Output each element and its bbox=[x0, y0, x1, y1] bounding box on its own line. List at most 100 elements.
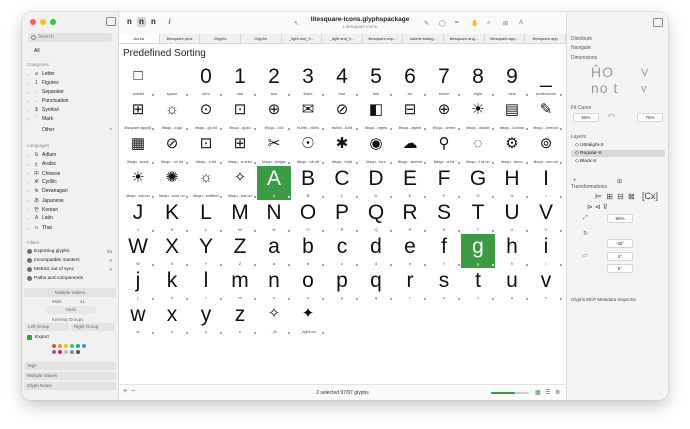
glyph-cell[interactable]: BB bbox=[291, 166, 325, 200]
glyph-cell[interactable]: yy bbox=[189, 302, 223, 336]
glyph-cell[interactable]: RR bbox=[393, 200, 427, 234]
minimize-button[interactable] bbox=[40, 19, 46, 25]
glyph-cell[interactable]: ✱ litsqu...bulb bbox=[325, 132, 359, 166]
glyph-notes-field[interactable]: Glyph Notes bbox=[24, 382, 116, 390]
glyph-cell[interactable]: ☼ litsqu...logo bbox=[155, 98, 189, 132]
list-view-icon[interactable]: ☰ bbox=[545, 389, 550, 396]
glyph-cell[interactable]: 5 five bbox=[359, 64, 393, 98]
layer-row-selected[interactable]: ◇ Regular-S bbox=[571, 150, 665, 157]
glyph-cell[interactable]: VV bbox=[529, 200, 563, 234]
glyph-cell[interactable]: rr bbox=[393, 268, 427, 302]
glyph-cell[interactable]: 2 two bbox=[257, 64, 291, 98]
glyph-cell[interactable]: aa bbox=[257, 234, 291, 268]
settings-icon[interactable]: ⚙ bbox=[555, 389, 560, 396]
sidebar-item-latin[interactable]: › A Latin bbox=[27, 215, 53, 221]
text-tool-button-1[interactable]: n bbox=[125, 17, 134, 27]
glyph-cell[interactable]: PP bbox=[325, 200, 359, 234]
tab-6[interactable]: litesquare.exp... bbox=[363, 34, 404, 43]
layer-row[interactable]: ◇ Black-S bbox=[571, 158, 665, 165]
layer-options-icon[interactable]: ⊞ bbox=[617, 178, 622, 185]
glyph-cell[interactable]: zz bbox=[223, 302, 257, 336]
glyph-cell[interactable]: ⊚ litsqu...eco.on bbox=[529, 132, 563, 166]
glyph-cell[interactable]: pp bbox=[325, 268, 359, 302]
bracket-cx-icon[interactable]: [Cx] bbox=[642, 191, 658, 201]
glyph-cell[interactable]: ▤ litsqu...k.book bbox=[495, 98, 529, 132]
sidebar-item-devanagari[interactable]: › क Devanagari bbox=[27, 188, 68, 194]
glyph-cell[interactable]: ll bbox=[189, 268, 223, 302]
tab-1[interactable]: litesquare.plus bbox=[160, 34, 201, 43]
skew-field-2[interactable]: 5° bbox=[607, 264, 633, 273]
tab-3[interactable]: Glyphs bbox=[241, 34, 282, 43]
glyph-cell[interactable]: GG bbox=[461, 166, 495, 200]
glyph-cell[interactable]: YY bbox=[189, 234, 223, 268]
glyph-cell[interactable]: ⚙ litsqu...deco bbox=[495, 132, 529, 166]
select-tool-icon[interactable]: ↖ bbox=[294, 20, 299, 27]
fit-curve-right-field[interactable]: 75% bbox=[637, 113, 663, 122]
glyph-cell[interactable]: WW bbox=[121, 234, 155, 268]
glyph-cell[interactable]: 8 eight bbox=[461, 64, 495, 98]
sidebar-item-adlam[interactable]: › 𞤀 Adlam bbox=[27, 152, 56, 158]
glyph-cell[interactable]: ZZ bbox=[223, 234, 257, 268]
glyph-cell[interactable]: ✺ litsqu...icon.on bbox=[155, 166, 189, 200]
glyph-cell[interactable]: ☀ litsqu...edcon bbox=[121, 166, 155, 200]
zoom-button[interactable] bbox=[50, 19, 56, 25]
glyph-cell[interactable]: ⊕ litsqu...l.lid bbox=[257, 98, 291, 132]
sidebar-item-other[interactable]: Other bbox=[27, 127, 55, 133]
tab-5[interactable]: _light-snr|_li... bbox=[322, 34, 363, 43]
glyph-cell[interactable]: ▦ litsqu...book bbox=[121, 132, 155, 166]
glyph-cell[interactable]: ☀ litsqu...wlude bbox=[461, 98, 495, 132]
pen-tool-icon[interactable]: ✎ bbox=[424, 20, 429, 27]
skew-field[interactable]: 5° bbox=[607, 252, 633, 261]
tags-field[interactable]: Tags bbox=[24, 362, 116, 370]
glyph-cell[interactable]: LL bbox=[189, 200, 223, 234]
sidebar-item-separator[interactable]: › · Separator bbox=[27, 89, 64, 95]
sidebar-item-korean[interactable]: › 한 Korean bbox=[27, 206, 58, 214]
scale-field[interactable]: 80% bbox=[607, 214, 633, 223]
glyph-cell[interactable]: ⊟ litsqu...agent bbox=[393, 98, 427, 132]
glyph-cell[interactable]: EE bbox=[393, 166, 427, 200]
glyph-cell[interactable]: 1 one bbox=[223, 64, 257, 98]
color-swatch[interactable] bbox=[64, 350, 68, 354]
glyph-cell[interactable]: 7 seven bbox=[427, 64, 461, 98]
glyph-cell[interactable]: ✧ _lit bbox=[257, 302, 291, 336]
glyph-cell[interactable]: ⊘ litsqu...ch.lid bbox=[155, 132, 189, 166]
knife-tool-icon[interactable]: ⌗ bbox=[455, 20, 458, 27]
sidebar-item-symbol[interactable]: › $ Symbol bbox=[27, 107, 59, 113]
glyph-cell[interactable]: OO bbox=[291, 200, 325, 234]
left-group-field[interactable]: Left Group bbox=[25, 323, 69, 331]
glyph-cell[interactable]: ⊘ bubbl...d.lid bbox=[325, 98, 359, 132]
glyph-cell[interactable]: kk bbox=[155, 268, 189, 302]
color-swatch[interactable] bbox=[52, 344, 56, 348]
tab-10[interactable]: litesquare.app bbox=[525, 34, 567, 43]
all-item[interactable]: All bbox=[34, 48, 40, 54]
glyph-cell[interactable]: ✎ litsqu...wrench bbox=[529, 98, 563, 132]
sidebar-item-mark[interactable]: › ´ Mark bbox=[27, 116, 53, 122]
glyph-cell[interactable]: vv bbox=[529, 268, 563, 302]
glyph-cell[interactable]: cc bbox=[325, 234, 359, 268]
glyph-cell[interactable]: ⚲ litsqu...w.lid bbox=[427, 132, 461, 166]
color-swatch[interactable] bbox=[58, 350, 62, 354]
multi-field[interactable]: Multi bbox=[46, 306, 96, 314]
glyph-cell[interactable]: hh bbox=[495, 234, 529, 268]
glyph-cell[interactable]: ✦ _light-on bbox=[291, 302, 325, 336]
glyph-cell[interactable]: JJ bbox=[121, 200, 155, 234]
glyph-cell[interactable]: XX bbox=[155, 234, 189, 268]
glyph-cell[interactable]: SS bbox=[427, 200, 461, 234]
text-tool-button-2[interactable]: n bbox=[137, 17, 146, 27]
glyph-cell[interactable]: qq bbox=[359, 268, 393, 302]
glyph-cell[interactable]: ⊕ litsqu...umen bbox=[427, 98, 461, 132]
fit-curve-left-field[interactable]: 56% bbox=[573, 113, 599, 122]
color-swatch[interactable] bbox=[76, 350, 80, 354]
glyph-cell[interactable]: mm bbox=[223, 268, 257, 302]
glyph-cell[interactable]: CC bbox=[325, 166, 359, 200]
filter-item[interactable]: Incompatible masters bbox=[27, 258, 80, 263]
glyph-cell[interactable]: ✉ bubbl...rkles bbox=[291, 98, 325, 132]
glyph-cell[interactable]: ✂ litsqu...magic bbox=[257, 132, 291, 166]
glyph-cell[interactable]: 3 three bbox=[291, 64, 325, 98]
glyph-cell[interactable]: UU bbox=[495, 200, 529, 234]
glyph-cell[interactable]: space bbox=[155, 64, 189, 98]
sidebar-item-punctuation[interactable]: ›. Punctuation bbox=[27, 98, 68, 104]
rotate-field[interactable]: -45° bbox=[607, 239, 633, 248]
glyph-cell[interactable]: DD bbox=[359, 166, 393, 200]
sidebar-item-japanese[interactable]: › あ Japanese bbox=[27, 197, 64, 205]
